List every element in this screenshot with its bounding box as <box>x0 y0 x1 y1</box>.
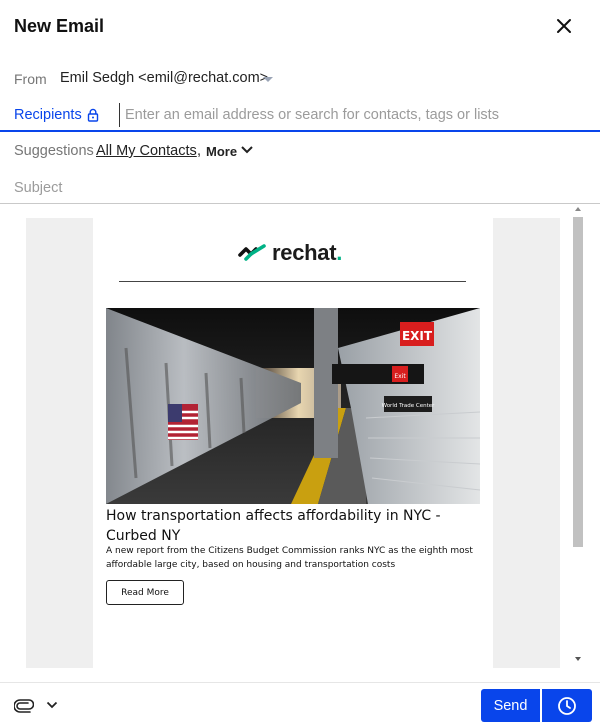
station-sign-text: World Trade Center <box>382 403 436 409</box>
subject-input[interactable] <box>14 176 584 200</box>
schedule-send-button[interactable] <box>542 689 592 722</box>
close-button[interactable] <box>552 14 576 38</box>
article-title: How transportation affects affordability… <box>106 508 441 544</box>
send-button[interactable]: Send <box>481 689 540 722</box>
chevron-down-icon[interactable] <box>240 144 254 156</box>
editor-scrollbar[interactable] <box>572 205 585 668</box>
lock-icon[interactable] <box>87 108 99 122</box>
email-header: New Email <box>0 0 600 56</box>
email-body-editor[interactable]: rechat. EXIT Exit World Trade Center How… <box>0 205 600 668</box>
suggestion-separator: , <box>197 143 202 159</box>
suggestions-label: Suggestions <box>14 143 94 159</box>
recipients-row: Recipients <box>0 100 600 132</box>
read-more-button[interactable]: Read More <box>106 580 184 605</box>
compose-footer: Send <box>0 682 600 728</box>
rechat-logo-icon <box>238 244 266 261</box>
recipients-input[interactable] <box>119 103 589 127</box>
article-description: A new report from the Citizens Budget Co… <box>106 546 473 570</box>
divider <box>119 281 466 282</box>
from-label: From <box>14 71 47 87</box>
body-gutter-left <box>26 218 93 668</box>
caret-down-icon[interactable] <box>263 77 273 82</box>
logo-dot: . <box>336 240 343 265</box>
scroll-up-icon[interactable] <box>575 207 581 211</box>
suggestions-row: Suggestions All My Contacts , More <box>0 138 600 164</box>
clock-icon <box>558 696 576 715</box>
suggestion-all-my-contacts[interactable]: All My Contacts <box>96 143 197 159</box>
subject-row <box>0 172 600 204</box>
rechat-logo: rechat. <box>238 240 342 266</box>
dialog-title: New Email <box>14 16 105 36</box>
body-gutter-right <box>493 218 560 668</box>
more-suggestions-button[interactable]: More <box>206 144 237 159</box>
scroll-thumb[interactable] <box>573 217 583 547</box>
from-row: From Emil Sedgh <emil@rechat.com> <box>0 60 600 98</box>
chevron-down-icon[interactable] <box>46 700 58 710</box>
recipients-label: Recipients <box>14 107 82 123</box>
email-template: rechat. EXIT Exit World Trade Center How… <box>93 218 493 668</box>
exit-small-text: Exit <box>394 373 406 380</box>
logo-wordmark: rechat <box>272 240 337 265</box>
paperclip-icon[interactable] <box>14 699 34 713</box>
from-selector[interactable]: Emil Sedgh <emil@rechat.com> <box>60 70 268 86</box>
article-image: EXIT Exit World Trade Center <box>106 308 480 504</box>
exit-sign-text: EXIT <box>402 329 433 343</box>
scroll-down-icon[interactable] <box>575 657 581 661</box>
close-icon <box>557 19 571 33</box>
